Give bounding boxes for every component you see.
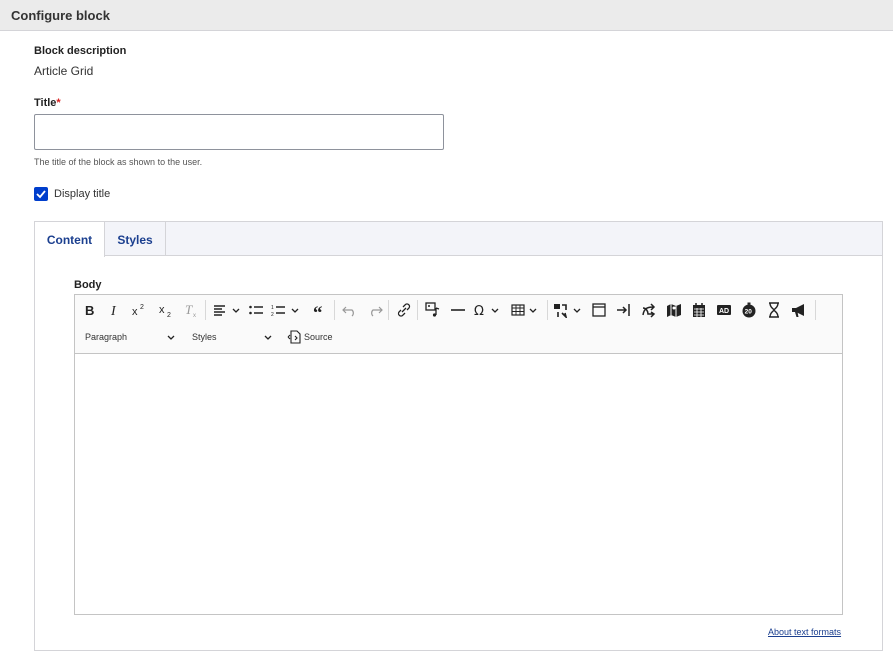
remove-format-icon[interactable]: Tx (180, 299, 202, 321)
svg-text:AD: AD (719, 308, 729, 315)
svg-text:Ω: Ω (474, 304, 484, 317)
calendar-icon[interactable] (688, 299, 710, 321)
rich-text-editor: B I x2 x2 Tx 12 “ Ω AD 20 Paragraph Styl… (74, 294, 843, 615)
editor-toolbar: B I x2 x2 Tx 12 “ Ω AD 20 Paragraph Styl… (75, 295, 842, 354)
title-label: Title* (34, 97, 61, 109)
svg-text:x: x (159, 304, 165, 316)
toolbar-separator (388, 300, 389, 320)
arrow-in-icon[interactable] (613, 299, 635, 321)
display-title-checkbox[interactable] (34, 187, 48, 201)
link-icon[interactable] (393, 299, 415, 321)
block-description-value: Article Grid (34, 64, 94, 78)
align-icon[interactable] (211, 299, 243, 321)
paragraph-select[interactable]: Paragraph (85, 332, 180, 342)
title-input[interactable] (34, 114, 444, 150)
block-description-label: Block description (34, 45, 127, 57)
bold-icon[interactable]: B (79, 299, 101, 321)
styles-select[interactable]: Styles (192, 332, 277, 342)
tab-bar: Content Styles (35, 222, 882, 257)
about-text-formats-link[interactable]: About text formats (768, 627, 841, 637)
toolbar-separator (417, 300, 418, 320)
svg-text:20: 20 (745, 309, 753, 316)
editor-content-area[interactable] (75, 354, 842, 614)
styles-select-value: Styles (192, 332, 217, 342)
svg-text:2: 2 (271, 312, 274, 317)
body-label: Body (74, 279, 102, 291)
svg-text:x: x (193, 313, 196, 317)
numbered-list-icon[interactable]: 12 (270, 299, 302, 321)
required-marker: * (56, 97, 61, 109)
bulleted-list-icon[interactable] (245, 299, 267, 321)
tab-styles[interactable]: Styles (105, 222, 166, 256)
dialog-title: Configure block (11, 8, 110, 23)
dialog-header: Configure block (0, 0, 893, 31)
svg-text:“: “ (313, 303, 323, 317)
media-icon[interactable] (422, 299, 444, 321)
svg-text:1: 1 (271, 305, 274, 311)
box-icon[interactable] (588, 299, 610, 321)
title-label-text: Title (34, 97, 57, 109)
undo-icon[interactable] (339, 299, 361, 321)
svg-text:I: I (110, 304, 117, 317)
superscript-icon[interactable]: x2 (128, 299, 150, 321)
subscript-icon[interactable]: x2 (155, 299, 177, 321)
check-icon (36, 190, 46, 199)
display-title-label[interactable]: Display title (54, 188, 110, 200)
hourglass-icon[interactable] (763, 299, 785, 321)
megaphone-icon[interactable] (788, 299, 810, 321)
blockquote-icon[interactable]: “ (309, 299, 331, 321)
chevron-down-icon (264, 335, 272, 340)
chevron-down-icon (167, 335, 175, 340)
svg-text:B: B (85, 303, 94, 317)
paragraph-select-value: Paragraph (85, 332, 128, 342)
toolbar-separator (334, 300, 335, 320)
map-icon[interactable] (663, 299, 685, 321)
svg-text:x: x (132, 306, 138, 317)
toolbar-separator (815, 300, 816, 320)
embed-icon[interactable] (552, 299, 584, 321)
horizontal-line-icon[interactable] (447, 299, 469, 321)
tab-content[interactable]: Content (35, 222, 105, 257)
source-icon (287, 330, 301, 344)
toolbar-separator (205, 300, 206, 320)
svg-text:T: T (185, 303, 193, 317)
source-label: Source (304, 332, 333, 342)
svg-text:2: 2 (167, 312, 171, 317)
share-icon[interactable] (638, 299, 660, 321)
redo-icon[interactable] (364, 299, 386, 321)
special-characters-icon[interactable]: Ω (472, 299, 504, 321)
italic-icon[interactable]: I (103, 299, 125, 321)
timer-icon[interactable]: 20 (738, 299, 760, 321)
ad-icon[interactable]: AD (713, 299, 735, 321)
title-description: The title of the block as shown to the u… (34, 157, 203, 167)
svg-text:2: 2 (140, 304, 144, 311)
toolbar-separator (547, 300, 548, 320)
table-icon[interactable] (510, 299, 542, 321)
